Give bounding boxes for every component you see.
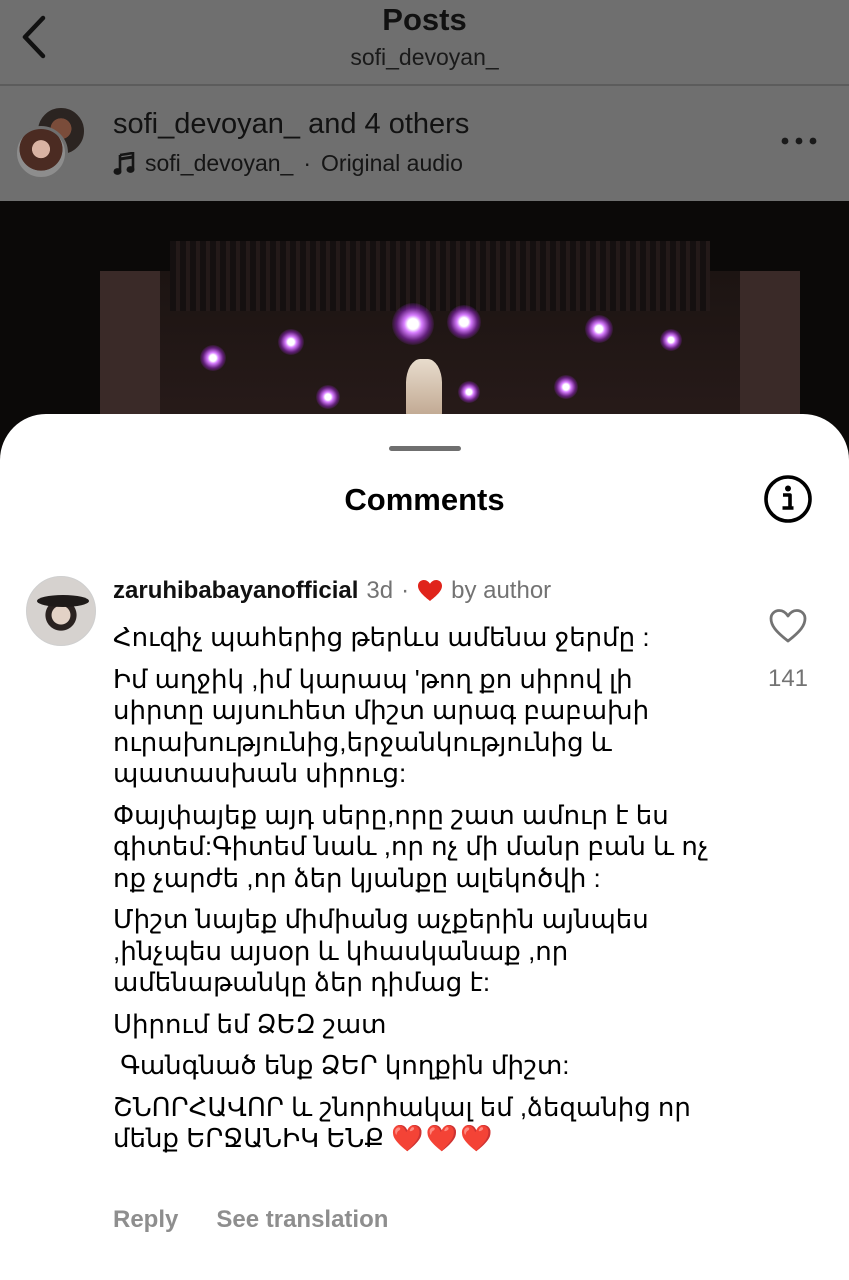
comment-actions: Reply See translation [113, 1206, 388, 1234]
post-owner-name[interactable]: sofi_devoyan_ [113, 108, 300, 140]
comment-username[interactable]: zaruhibabayanofficial [113, 577, 358, 605]
post-owner-others[interactable]: 4 others [365, 108, 470, 140]
comment-header: zaruhibabayanofficial 3d · by author [113, 577, 551, 605]
avatar[interactable] [26, 576, 96, 646]
info-button[interactable] [763, 474, 813, 524]
stage-light [585, 315, 613, 343]
comment-paragraph: Հուզիչ պահերից թերևս ամենա ջերմը : [113, 622, 650, 652]
top-bar: Posts sofi_devoyan_ [0, 0, 849, 84]
comments-sheet: Comments zaruhibabayanofficial 3d · by a… [0, 414, 849, 1280]
audio-label: Original audio [321, 150, 463, 176]
heart-filled-icon [418, 580, 443, 601]
reply-button[interactable]: Reply [113, 1206, 178, 1234]
audio-user: sofi_devoyan_ [145, 150, 294, 176]
heart-emojis: ❤️❤️❤️ [391, 1123, 495, 1153]
performer [406, 359, 442, 419]
like-count: 141 [767, 665, 809, 692]
comment-paragraph: Միշտ նայեք միմիանց աչքերին այնպես ,ինչպե… [113, 904, 656, 997]
comment-paragraph: Սիրում եմ ՁԵԶ շատ [113, 1008, 387, 1039]
collab-avatars[interactable] [14, 106, 86, 180]
sheet-drag-handle[interactable] [389, 446, 461, 451]
comment-separator: · [401, 577, 410, 604]
like-button[interactable] [768, 608, 808, 644]
post-owner-connector: and [308, 108, 357, 140]
post-audio-line[interactable]: sofi_devoyan_ · Original audio [113, 150, 463, 177]
stage-light [316, 385, 340, 409]
audio-separator: · [303, 150, 312, 176]
stage-light [447, 305, 481, 339]
more-options-button[interactable] [779, 126, 819, 156]
stage-light [278, 329, 304, 355]
stage-light [660, 329, 682, 351]
music-note-icon [113, 151, 135, 175]
sheet-title: Comments [344, 482, 505, 517]
see-translation-button[interactable]: See translation [216, 1206, 388, 1234]
page-subtitle: sofi_devoyan_ [350, 44, 499, 70]
comment-paragraph: Փայփայեք այդ սերը,որը շատ ամուր է ես գիտ… [113, 799, 716, 893]
stage-light [200, 345, 226, 371]
comment-paragraph-last: ՇՆՈՐՀԱՎՈՐ և շնորհակալ եմ ,ձեզանից որ մեն… [113, 1092, 723, 1155]
by-author-label: by author [451, 577, 552, 604]
stage-light [392, 303, 434, 345]
page-title: Posts [382, 2, 467, 37]
avatar-hat-shape [37, 595, 89, 607]
comment-time: 3d [366, 577, 394, 604]
comment-text: Հուզիչ պահերից թերևս ամենա ջերմը : Իմ աղ… [113, 622, 723, 1165]
dimmed-background: Posts sofi_devoyan_ sofi_devoyan_ and 4 … [0, 0, 849, 201]
stage-light [458, 381, 480, 403]
avatar [14, 126, 68, 180]
info-icon [764, 475, 812, 523]
post-owner-line[interactable]: sofi_devoyan_ and 4 others [113, 108, 469, 141]
post-header: sofi_devoyan_ and 4 others sofi_devoyan_… [0, 86, 849, 201]
stage-truss [170, 241, 710, 311]
comment-paragraph: Գանգնած ենք ՁԵՐ կողքին միշտ: [113, 1050, 570, 1080]
stage-light [554, 375, 578, 399]
more-options-icon [781, 137, 817, 145]
heart-outline-icon [769, 609, 807, 643]
comment-paragraph: Իմ աղջիկ ,իմ կարապ 'թող քո սիրով լի սիրտ… [113, 663, 657, 789]
